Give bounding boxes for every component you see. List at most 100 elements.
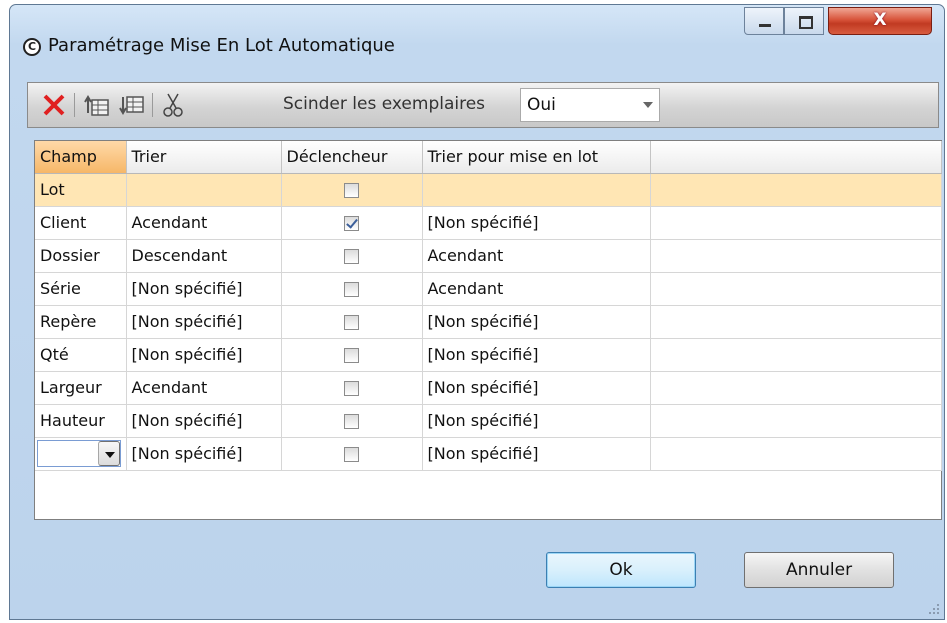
delete-icon	[43, 94, 65, 116]
insert-row-below-button[interactable]	[118, 91, 146, 119]
declencheur-checkbox[interactable]	[344, 315, 359, 330]
cell-filler	[650, 173, 942, 207]
cell-trier[interactable]: [Non spécifié]	[126, 305, 282, 339]
column-header-champ[interactable]: Champ	[35, 141, 127, 174]
cell-filler	[650, 338, 942, 372]
cell-trier-lot[interactable]	[422, 173, 651, 207]
cell-trier-lot[interactable]: [Non spécifié]	[422, 305, 651, 339]
cell-trier[interactable]: [Non spécifié]	[126, 272, 282, 306]
cell-declencheur[interactable]	[281, 404, 423, 438]
insert-row-above-icon	[84, 95, 109, 116]
toolbar: Scinder les exemplaires Oui	[27, 82, 939, 128]
cell-filler	[650, 305, 942, 339]
cell-trier-lot[interactable]: [Non spécifié]	[422, 404, 651, 438]
table-row[interactable]: Dossier Descendant Acendant	[35, 239, 942, 273]
resize-grip-icon[interactable]	[928, 603, 940, 615]
cell-trier-lot[interactable]: [Non spécifié]	[422, 206, 651, 240]
grid-header-row: Champ Trier Déclencheur Trier pour mise …	[35, 141, 942, 174]
app-icon: C	[23, 38, 41, 56]
cell-trier[interactable]: Acendant	[126, 206, 282, 240]
toolbar-separator	[74, 93, 75, 117]
cell-champ[interactable]: Lot	[35, 173, 127, 207]
declencheur-checkbox[interactable]	[344, 414, 359, 429]
table-row[interactable]: Largeur Acendant [Non spécifié]	[35, 371, 942, 405]
chevron-down-icon[interactable]	[98, 441, 120, 466]
cut-button[interactable]	[159, 91, 187, 119]
cell-trier[interactable]	[126, 173, 282, 207]
cell-declencheur[interactable]	[281, 239, 423, 273]
cell-declencheur[interactable]	[281, 338, 423, 372]
cell-trier-lot[interactable]: [Non spécifié]	[422, 371, 651, 405]
cancel-button[interactable]: Annuler	[744, 552, 894, 588]
insert-row-below-icon	[119, 96, 144, 115]
cell-trier-lot[interactable]: [Non spécifié]	[422, 338, 651, 372]
minimize-button[interactable]	[744, 7, 784, 35]
cell-trier-lot[interactable]: [Non spécifié]	[422, 437, 651, 471]
table-row[interactable]: Repère [Non spécifié] [Non spécifié]	[35, 305, 942, 339]
cell-champ[interactable]: Série	[35, 272, 127, 306]
declencheur-checkbox[interactable]	[344, 183, 359, 198]
cell-trier[interactable]: [Non spécifié]	[126, 437, 282, 471]
declencheur-checkbox[interactable]	[344, 381, 359, 396]
minimize-icon	[759, 24, 771, 27]
cut-icon	[163, 93, 183, 117]
cell-declencheur[interactable]	[281, 305, 423, 339]
declencheur-checkbox[interactable]	[344, 447, 359, 462]
maximize-button[interactable]	[784, 7, 824, 35]
cell-champ[interactable]: Dossier	[35, 239, 127, 273]
close-button[interactable]: X	[828, 7, 932, 35]
title-bar[interactable]: C Paramétrage Mise En Lot Automatique X	[10, 5, 944, 79]
cell-champ[interactable]: Repère	[35, 305, 127, 339]
cell-trier-lot[interactable]: Acendant	[422, 239, 651, 273]
table-row[interactable]: Client Acendant [Non spécifié]	[35, 206, 942, 240]
cell-filler	[650, 437, 942, 471]
cell-trier[interactable]: [Non spécifié]	[126, 338, 282, 372]
column-header-trier[interactable]: Trier	[126, 141, 282, 174]
cell-filler	[650, 272, 942, 306]
champ-combobox[interactable]	[37, 440, 121, 467]
table-row[interactable]: Série [Non spécifié] Acendant	[35, 272, 942, 306]
cell-champ[interactable]	[35, 437, 127, 471]
column-header-filler	[650, 141, 942, 174]
cell-filler	[650, 206, 942, 240]
column-header-declencheur[interactable]: Déclencheur	[281, 141, 423, 174]
ok-button[interactable]: Ok	[546, 552, 696, 588]
cell-filler	[650, 371, 942, 405]
table-row[interactable]: Hauteur [Non spécifié] [Non spécifié]	[35, 404, 942, 438]
cell-declencheur[interactable]	[281, 437, 423, 471]
grid-table: Champ Trier Déclencheur Trier pour mise …	[35, 141, 942, 471]
insert-row-above-button[interactable]	[83, 91, 111, 119]
cell-filler	[650, 239, 942, 273]
declencheur-checkbox[interactable]	[344, 216, 359, 231]
cell-champ[interactable]: Hauteur	[35, 404, 127, 438]
cell-trier-lot[interactable]: Acendant	[422, 272, 651, 306]
dialog-window: C Paramétrage Mise En Lot Automatique X	[9, 4, 945, 620]
close-icon: X	[873, 10, 887, 30]
cell-trier[interactable]: Acendant	[126, 371, 282, 405]
split-copies-value: Oui	[527, 95, 556, 115]
split-copies-label: Scinder les exemplaires	[283, 94, 486, 114]
cell-trier[interactable]: [Non spécifié]	[126, 404, 282, 438]
window-title: Paramétrage Mise En Lot Automatique	[48, 35, 395, 56]
cell-declencheur[interactable]	[281, 371, 423, 405]
cell-trier[interactable]: Descendant	[126, 239, 282, 273]
chevron-down-icon	[643, 102, 653, 108]
cell-champ[interactable]: Largeur	[35, 371, 127, 405]
table-row[interactable]: Lot	[35, 173, 942, 207]
table-row[interactable]: Qté [Non spécifié] [Non spécifié]	[35, 338, 942, 372]
cell-champ[interactable]: Qté	[35, 338, 127, 372]
cell-declencheur[interactable]	[281, 272, 423, 306]
table-row-new[interactable]: [Non spécifié] [Non spécifié]	[35, 437, 942, 471]
column-header-trier-lot[interactable]: Trier pour mise en lot	[422, 141, 651, 174]
declencheur-checkbox[interactable]	[344, 249, 359, 264]
declencheur-checkbox[interactable]	[344, 282, 359, 297]
split-copies-select[interactable]: Oui	[520, 88, 660, 122]
sort-grid: Champ Trier Déclencheur Trier pour mise …	[34, 140, 942, 520]
delete-button[interactable]	[40, 91, 68, 119]
cell-declencheur[interactable]	[281, 173, 423, 207]
toolbar-separator	[152, 93, 153, 117]
maximize-icon	[799, 16, 813, 29]
cell-declencheur[interactable]	[281, 206, 423, 240]
declencheur-checkbox[interactable]	[344, 348, 359, 363]
cell-champ[interactable]: Client	[35, 206, 127, 240]
